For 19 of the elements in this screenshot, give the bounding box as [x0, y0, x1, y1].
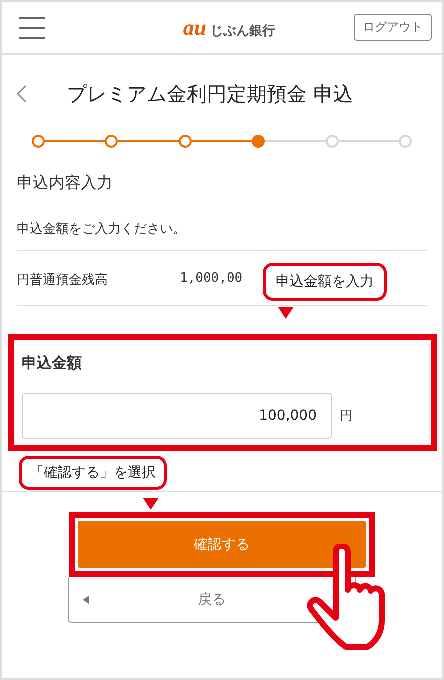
amount-label: 申込金額	[22, 354, 83, 373]
section-title: 申込内容入力	[17, 173, 114, 194]
menu-icon[interactable]	[19, 16, 45, 40]
callout-tail	[143, 498, 159, 510]
callout: 申込金額を入力	[263, 263, 387, 301]
instruction-text: 申込金額をご入力ください。	[17, 220, 427, 251]
triangle-left-icon	[83, 596, 89, 604]
callout-tail	[278, 307, 294, 319]
logout-button[interactable]: ログアウト	[354, 14, 432, 41]
back-chevron-icon[interactable]	[17, 85, 27, 103]
balance-label: 円普通預金残高	[17, 272, 108, 289]
logo-mark: au	[183, 14, 207, 40]
confirm-button[interactable]: 確認する	[78, 521, 366, 568]
page-title: プレミアム金利円定期預金 申込	[67, 80, 354, 108]
balance-value: 1,000,00	[180, 271, 243, 288]
unit-label: 円	[340, 408, 353, 425]
callout: 「確認する」を選択	[19, 456, 167, 490]
logo-text: じぶん銀行	[210, 22, 276, 40]
amount-field[interactable]: 100,000	[22, 393, 332, 439]
